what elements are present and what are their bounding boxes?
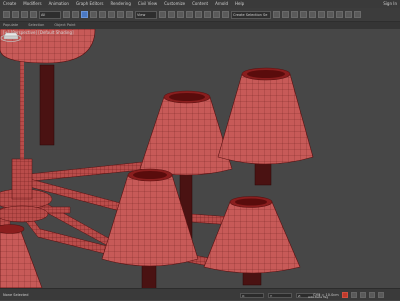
sign-in-button[interactable]: Sign In	[383, 0, 397, 8]
menu-civil-view[interactable]: Civil View	[138, 0, 157, 8]
named-selection-input[interactable]: Create Selection Se	[231, 10, 271, 19]
align-icon[interactable]	[282, 11, 289, 18]
next-frame-icon[interactable]	[359, 292, 366, 298]
y-coordinate-field[interactable]: Y:	[268, 292, 292, 298]
select-by-name-icon[interactable]	[72, 11, 79, 18]
render-production-icon[interactable]	[354, 11, 361, 18]
menu-modifiers[interactable]: Modifiers	[23, 0, 41, 8]
undo-icon[interactable]	[3, 11, 10, 18]
link-icon[interactable]	[21, 11, 28, 18]
perspective-viewport[interactable]: [+] [Perspective] [Default Shading]	[0, 29, 400, 288]
menu-customize[interactable]: Customize	[164, 0, 185, 8]
menu-animation[interactable]: Animation	[49, 0, 69, 8]
rotate-icon[interactable]	[108, 11, 115, 18]
angle-snap-icon[interactable]	[195, 11, 202, 18]
auto-key-button[interactable]	[341, 292, 348, 298]
selection-filter-dropdown[interactable]: All	[39, 10, 61, 19]
rendered-frame-icon[interactable]	[345, 11, 352, 18]
schematic-view-icon[interactable]	[318, 11, 325, 18]
tab-selection[interactable]: Selection	[28, 22, 44, 29]
shade-front-right	[203, 196, 301, 274]
scale-icon[interactable]	[117, 11, 124, 18]
hub-body	[11, 158, 33, 200]
viewcube-icon[interactable]	[0, 29, 22, 43]
move-icon[interactable]	[99, 11, 106, 18]
ribbon-icon[interactable]	[300, 11, 307, 18]
orbit-icon[interactable]	[377, 292, 384, 298]
spinner-snap-icon[interactable]	[213, 11, 220, 18]
x-coordinate-field[interactable]: X:	[240, 292, 264, 298]
menu-bar: Create Modifiers Animation Graph Editors…	[0, 0, 400, 8]
edit-named-selection-icon[interactable]	[222, 11, 229, 18]
percent-snap-icon[interactable]	[204, 11, 211, 18]
reference-coordinate-dropdown[interactable]: View	[135, 10, 157, 19]
tab-populate[interactable]: Populate	[3, 22, 18, 29]
snaps-toggle-icon[interactable]	[186, 11, 193, 18]
ribbon-tabs: Populate Selection Object Paint	[0, 22, 400, 29]
mirror-icon[interactable]	[273, 11, 280, 18]
curve-editor-icon[interactable]	[309, 11, 316, 18]
menu-rendering[interactable]: Rendering	[110, 0, 130, 8]
keyboard-shortcut-icon[interactable]	[177, 11, 184, 18]
tab-object-paint[interactable]: Object Paint	[54, 22, 75, 29]
select-object-icon[interactable]	[63, 11, 70, 18]
main-toolbar: All View Create Selection Se	[0, 8, 400, 22]
add-time-tag[interactable]: Add Time Tag	[308, 295, 328, 300]
hub-ring-lower	[0, 205, 49, 223]
select-manipulate-icon[interactable]	[168, 11, 175, 18]
menu-arnold[interactable]: Arnold	[215, 0, 228, 8]
pivot-center-icon[interactable]	[159, 11, 166, 18]
status-bar: None Selected X: Y: Z: Grid = 10.0cm Add…	[0, 288, 400, 300]
play-icon[interactable]	[350, 292, 357, 298]
chandelier-model	[0, 29, 314, 288]
shade-back-right	[217, 67, 314, 165]
placement-icon[interactable]	[126, 11, 133, 18]
redo-icon[interactable]	[12, 11, 19, 18]
zoom-extents-icon[interactable]	[368, 292, 375, 298]
status-prompt: None Selected	[3, 293, 29, 297]
menu-help[interactable]: Help	[235, 0, 244, 8]
material-editor-icon[interactable]	[327, 11, 334, 18]
menu-content[interactable]: Content	[192, 0, 208, 8]
select-region-icon[interactable]	[81, 11, 88, 18]
menu-graph-editors[interactable]: Graph Editors	[76, 0, 103, 8]
shade-back-middle	[139, 90, 233, 176]
window-crossing-icon[interactable]	[90, 11, 97, 18]
render-setup-icon[interactable]	[336, 11, 343, 18]
layer-explorer-icon[interactable]	[291, 11, 298, 18]
unlink-icon[interactable]	[30, 11, 37, 18]
menu-create[interactable]: Create	[3, 0, 16, 8]
